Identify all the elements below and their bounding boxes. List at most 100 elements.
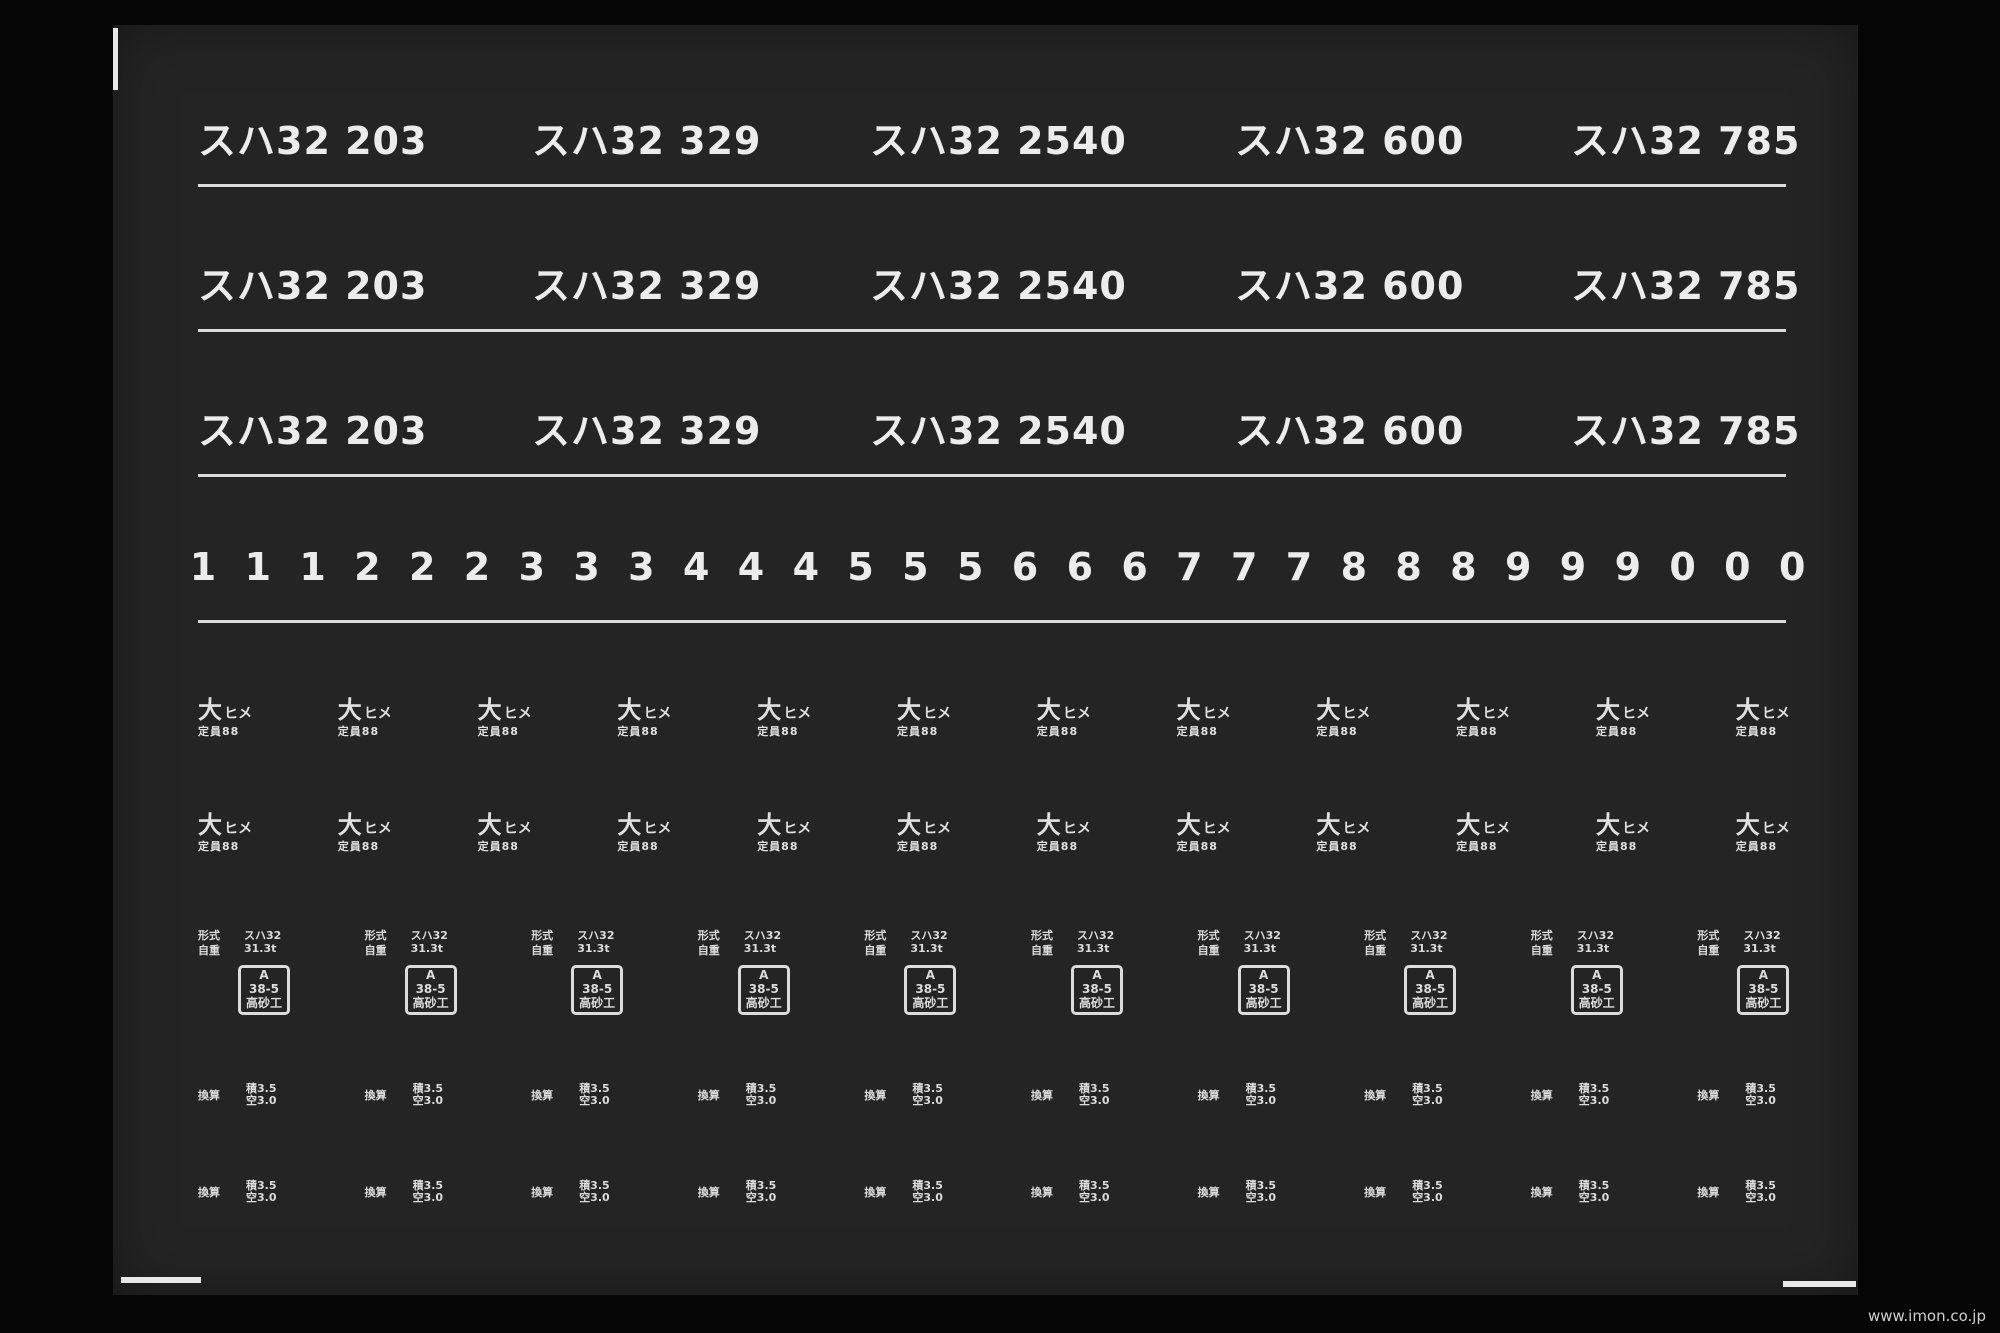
data-plate-decal: 形式 スハ32 自重 31.3t A 38-5 高砂工 <box>1364 927 1484 1015</box>
weight-row: 自重 31.3t <box>864 942 984 957</box>
data-plate-decal: 形式 スハ32 自重 31.3t A 38-5 高砂工 <box>531 927 651 1015</box>
conversion-label: 換算 <box>864 1186 887 1199</box>
weight-label: 自重 <box>364 944 387 957</box>
inspection-line: A <box>425 968 436 982</box>
empty-value: 空3.0 <box>1745 1191 1776 1204</box>
type-value: スハ32 <box>1243 929 1281 942</box>
conversion-values: 積3.5 空3.0 <box>1412 1180 1443 1204</box>
conversion-decal: 換算 積3.5 空3.0 <box>1364 1083 1443 1107</box>
type-row: 形式 スハ32 <box>864 927 984 942</box>
conversion-label: 換算 <box>531 1186 554 1199</box>
inspection-line: 38-5 <box>1581 982 1612 996</box>
inspection-line: 高砂工 <box>1745 996 1782 1010</box>
digit-decal: 9 <box>1559 545 1587 589</box>
digit-decal: 8 <box>1395 545 1422 589</box>
empty-value: 空3.0 <box>1079 1094 1110 1107</box>
depot-code: ヒメ <box>503 821 532 837</box>
type-row: 形式 スハ32 <box>1031 927 1151 942</box>
depot-mark-decal: 大ヒメ 定員88 <box>1037 805 1091 854</box>
depot-mark-decal: 大ヒメ 定員88 <box>1456 805 1510 854</box>
capacity-label: 定員88 <box>1735 725 1778 738</box>
conversion-label: 換算 <box>198 1089 220 1102</box>
inspection-line: 38-5 <box>748 982 779 996</box>
conversion-values: 積3.5 空3.0 <box>246 1083 277 1107</box>
cut-line <box>198 329 1786 332</box>
weight-value: 31.3t <box>1743 942 1776 955</box>
digit-decal: 4 <box>792 545 820 589</box>
conversion-decal: 換算 積3.5 空3.0 <box>1531 1083 1610 1107</box>
digit-decal: 9 <box>1504 545 1532 589</box>
weight-row: 自重 31.3t <box>1697 942 1817 957</box>
conversion-decal: 換算 積3.5 空3.0 <box>198 1180 277 1204</box>
depot-mark-decal: 大ヒメ 定員88 <box>757 805 811 854</box>
conversion-decal: 換算 積3.5 空3.0 <box>365 1180 444 1204</box>
empty-value: 空3.0 <box>745 1191 777 1204</box>
empty-value: 空3.0 <box>1245 1191 1277 1204</box>
weight-label: 自重 <box>531 944 554 957</box>
depot-kanji: 大 <box>198 696 222 724</box>
capacity-label: 定員88 <box>757 725 799 738</box>
inspection-box: A 38-5 高砂工 <box>1237 965 1290 1015</box>
depot-kanji: 大 <box>757 696 782 724</box>
conversion-decal: 換算 積3.5 空3.0 <box>864 1083 943 1107</box>
depot-kanji: 大 <box>1176 811 1201 839</box>
weight-value: 31.3t <box>577 942 610 955</box>
data-plate-decal: 形式 スハ32 自重 31.3t A 38-5 高砂工 <box>698 927 818 1015</box>
conversion-decal: 換算 積3.5 空3.0 <box>1531 1180 1610 1204</box>
depot-code: ヒメ <box>1342 821 1371 837</box>
digit-decal: 5 <box>902 545 929 589</box>
inspection-line: 38-5 <box>915 982 946 996</box>
conversion-label: 換算 <box>364 1089 387 1102</box>
conversion-decal: 換算 積3.5 空3.0 <box>1198 1180 1277 1204</box>
digit-decal: 2 <box>354 545 381 589</box>
inspection-line: 高砂工 <box>1078 996 1115 1010</box>
empty-value: 空3.0 <box>246 1094 277 1107</box>
capacity-label: 定員88 <box>757 840 799 853</box>
inspection-line: A <box>1258 968 1269 982</box>
depot-kanji: 大 <box>617 696 642 724</box>
depot-code: ヒメ <box>1482 821 1511 837</box>
weight-row: 自重 31.3t <box>1531 942 1651 957</box>
depot-code: ヒメ <box>1761 821 1790 837</box>
conversion-label: 換算 <box>697 1186 720 1199</box>
depot-code: ヒメ <box>923 821 951 837</box>
conversion-decal: 換算 積3.5 空3.0 <box>1198 1083 1277 1107</box>
conversion-values: 積3.5 空3.0 <box>579 1180 610 1204</box>
type-row: 形式 スハ32 <box>1364 927 1484 942</box>
capacity-label: 定員88 <box>337 840 380 853</box>
capacity-label: 定員88 <box>1596 840 1638 853</box>
depot-kanji: 大 <box>1176 696 1201 724</box>
depot-code: ヒメ <box>363 821 392 837</box>
conversion-label: 換算 <box>1364 1186 1387 1199</box>
type-value: スハ32 <box>1743 929 1781 942</box>
conversion-values: 積3.5 空3.0 <box>579 1083 610 1107</box>
digit-decal: 0 <box>1724 545 1751 589</box>
conversion-values: 積3.5 空3.0 <box>1246 1083 1277 1107</box>
car-number-decal: スハ32 600 <box>1235 264 1465 308</box>
digit-decal: 1 <box>299 545 326 589</box>
inspection-line: 38-5 <box>1248 982 1279 996</box>
empty-value: 空3.0 <box>912 1094 943 1107</box>
corner-mark-bottom-left <box>121 1277 201 1283</box>
inspection-line: 高砂工 <box>1578 996 1615 1010</box>
capacity-label: 定員88 <box>1036 840 1079 853</box>
conversion-label: 換算 <box>864 1089 887 1102</box>
depot-kanji: 大 <box>337 696 362 724</box>
depot-code: ヒメ <box>1202 821 1231 837</box>
cut-line <box>198 474 1786 477</box>
digit-decal: 9 <box>1614 545 1642 589</box>
conversion-label: 換算 <box>531 1089 554 1102</box>
type-label: 形式 <box>1031 929 1053 942</box>
weight-label: 自重 <box>198 944 220 957</box>
type-label: 形式 <box>864 929 887 942</box>
depot-mark-decal: 大ヒメ 定員88 <box>1177 805 1231 854</box>
weight-value: 31.3t <box>244 942 277 955</box>
depot-code: ヒメ <box>1342 706 1371 722</box>
inspection-line: 38-5 <box>582 982 613 996</box>
conversion-values: 積3.5 空3.0 <box>1745 1180 1776 1204</box>
depot-kanji: 大 <box>1456 696 1481 724</box>
conversion-values: 積3.5 空3.0 <box>746 1083 777 1107</box>
conversion-label: 換算 <box>1197 1089 1220 1102</box>
data-plate-decal: 形式 スハ32 自重 31.3t A 38-5 高砂工 <box>1198 927 1318 1015</box>
type-row: 形式 スハ32 <box>1531 927 1651 942</box>
